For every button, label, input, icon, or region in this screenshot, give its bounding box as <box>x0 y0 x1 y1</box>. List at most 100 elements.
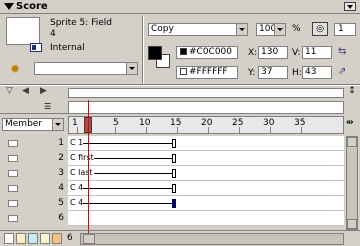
sprite-end-frame[interactable] <box>172 154 176 163</box>
color-swatch[interactable] <box>4 233 14 244</box>
panel-options-button[interactable] <box>344 2 356 11</box>
horizontal-scrollbar[interactable] <box>80 233 344 245</box>
sprite-span-label[interactable]: C 4 <box>70 183 84 192</box>
ruler-tick <box>270 127 271 133</box>
v-field[interactable]: 11 <box>302 46 332 59</box>
x-field[interactable]: 130 <box>258 46 288 59</box>
channel-lock-toggle[interactable] <box>8 200 18 207</box>
channel-lock-toggle[interactable] <box>8 185 18 192</box>
blend-dropdown[interactable]: 100 <box>256 23 286 36</box>
foreground-color-field[interactable]: #C0C000 <box>176 46 238 59</box>
display-value: Member <box>5 119 43 129</box>
ruler-tick-label: 30 <box>263 118 275 128</box>
sprite-span-label[interactable]: C 1 <box>70 138 84 147</box>
marker-track[interactable] <box>68 88 344 98</box>
channel-lock-toggle[interactable] <box>8 170 18 177</box>
sprite-span-line <box>82 203 174 204</box>
effects-toggle-icon[interactable]: ☰ <box>44 102 51 111</box>
window-title: Score <box>16 1 48 12</box>
ruler-tick-label: 10 <box>139 118 151 128</box>
y-field[interactable]: 37 <box>258 66 288 79</box>
h-field[interactable]: 43 <box>302 66 332 79</box>
ink-value: Copy <box>151 24 174 34</box>
fg-hex: #C0C000 <box>189 47 233 57</box>
ruler-tick-label: 20 <box>201 118 213 128</box>
sprite-end-frame[interactable] <box>172 139 176 148</box>
ruler-tick <box>146 127 147 133</box>
collapse-triangle-icon[interactable] <box>4 3 14 10</box>
background-color-field[interactable]: #FFFFFF <box>176 66 238 79</box>
chevron-down-icon[interactable] <box>274 24 285 35</box>
sprite-span-label[interactable]: C last <box>70 168 93 177</box>
frame-ruler[interactable]: 1 5 10 15 20 25 30 35 <box>68 116 344 134</box>
channel-row: 6 <box>0 211 344 226</box>
blend-unit: % <box>292 24 301 34</box>
scroll-up-arrow[interactable] <box>347 137 357 147</box>
sprite-span-line <box>94 158 174 159</box>
foreground-color-chip[interactable] <box>148 46 162 60</box>
title-bar: Score <box>0 0 360 14</box>
sprite-span-label[interactable]: C 4 <box>70 198 84 207</box>
ruler-tick <box>301 127 302 133</box>
channel-number: 3 <box>58 168 64 178</box>
fg-swatch <box>180 48 187 55</box>
channel-row: 2 C first <box>0 151 344 166</box>
channel-number: 1 <box>58 138 64 148</box>
panel-divider <box>142 16 144 84</box>
marker-menu-icon[interactable]: ▽ <box>6 86 13 96</box>
prev-marker-icon[interactable]: ◀ <box>22 86 29 96</box>
score-window: Score Sprite 5: Field 4 Internal ✹ Copy … <box>0 0 360 246</box>
ruler-tick <box>77 127 78 133</box>
sprite-span-label[interactable]: C first <box>70 153 94 162</box>
channel-cells[interactable]: C 1 <box>68 136 344 151</box>
ruler-tick <box>239 127 240 133</box>
chevron-down-icon[interactable] <box>236 24 247 35</box>
trails-toggle-button[interactable]: ◎ <box>312 22 328 36</box>
cast-link-icon[interactable]: ⇆ <box>338 46 346 57</box>
scroll-down-arrow[interactable] <box>347 219 357 229</box>
chevron-down-icon[interactable] <box>126 63 137 74</box>
channel-cells[interactable]: C 4 <box>68 181 344 196</box>
vertical-scrollbar[interactable] <box>346 136 358 230</box>
channel-row: 4 C 4 <box>0 181 344 196</box>
channel-cells[interactable]: C last <box>68 166 344 181</box>
channel-number: 2 <box>58 153 64 163</box>
ink-dropdown[interactable]: Copy <box>148 23 248 36</box>
scroll-thumb[interactable] <box>83 234 95 244</box>
frame-field[interactable]: 1 <box>334 23 356 36</box>
stretch-icon[interactable]: ⇗ <box>338 66 346 77</box>
sprite-end-frame[interactable] <box>172 184 176 193</box>
channel-lock-toggle[interactable] <box>8 155 18 162</box>
zoom-menu-icon[interactable]: ⇹ <box>346 118 354 128</box>
sprite-end-frame[interactable] <box>172 169 176 178</box>
sprite-span-line <box>82 188 174 189</box>
cast-member-label: Internal <box>50 43 85 53</box>
chevron-down-icon[interactable] <box>52 119 63 130</box>
color-swatch[interactable] <box>52 233 62 244</box>
behavior-dropdown[interactable] <box>34 62 138 75</box>
channel-number: 5 <box>58 198 64 208</box>
marker-scroll-icon[interactable]: ↕ <box>346 86 358 100</box>
channel-lock-toggle[interactable] <box>8 215 18 222</box>
sprite-name-label: Sprite 5: Field <box>50 18 112 28</box>
ruler-tick <box>115 127 116 133</box>
bg-swatch <box>180 68 187 75</box>
playhead-line <box>88 100 89 240</box>
v-label: V: <box>292 48 301 58</box>
color-swatch[interactable] <box>40 233 50 244</box>
sprite-end-frame-selected[interactable] <box>172 199 176 208</box>
frame-strip[interactable] <box>68 101 344 114</box>
x-label: X: <box>248 48 258 58</box>
channel-cells[interactable]: C 4 <box>68 196 344 211</box>
next-marker-icon[interactable]: ▶ <box>40 86 47 96</box>
ruler-tick-label: 25 <box>232 118 244 128</box>
display-dropdown[interactable]: Member <box>2 118 64 131</box>
bottom-frame-number: 6 <box>67 233 73 243</box>
color-swatch[interactable] <box>16 233 26 244</box>
channel-cells[interactable] <box>68 211 344 226</box>
channel-cells[interactable]: C first <box>68 151 344 166</box>
channel-lock-toggle[interactable] <box>8 140 18 147</box>
h-label: H: <box>292 68 302 78</box>
behavior-gear-icon[interactable]: ✹ <box>10 62 20 76</box>
color-swatch[interactable] <box>28 233 38 244</box>
